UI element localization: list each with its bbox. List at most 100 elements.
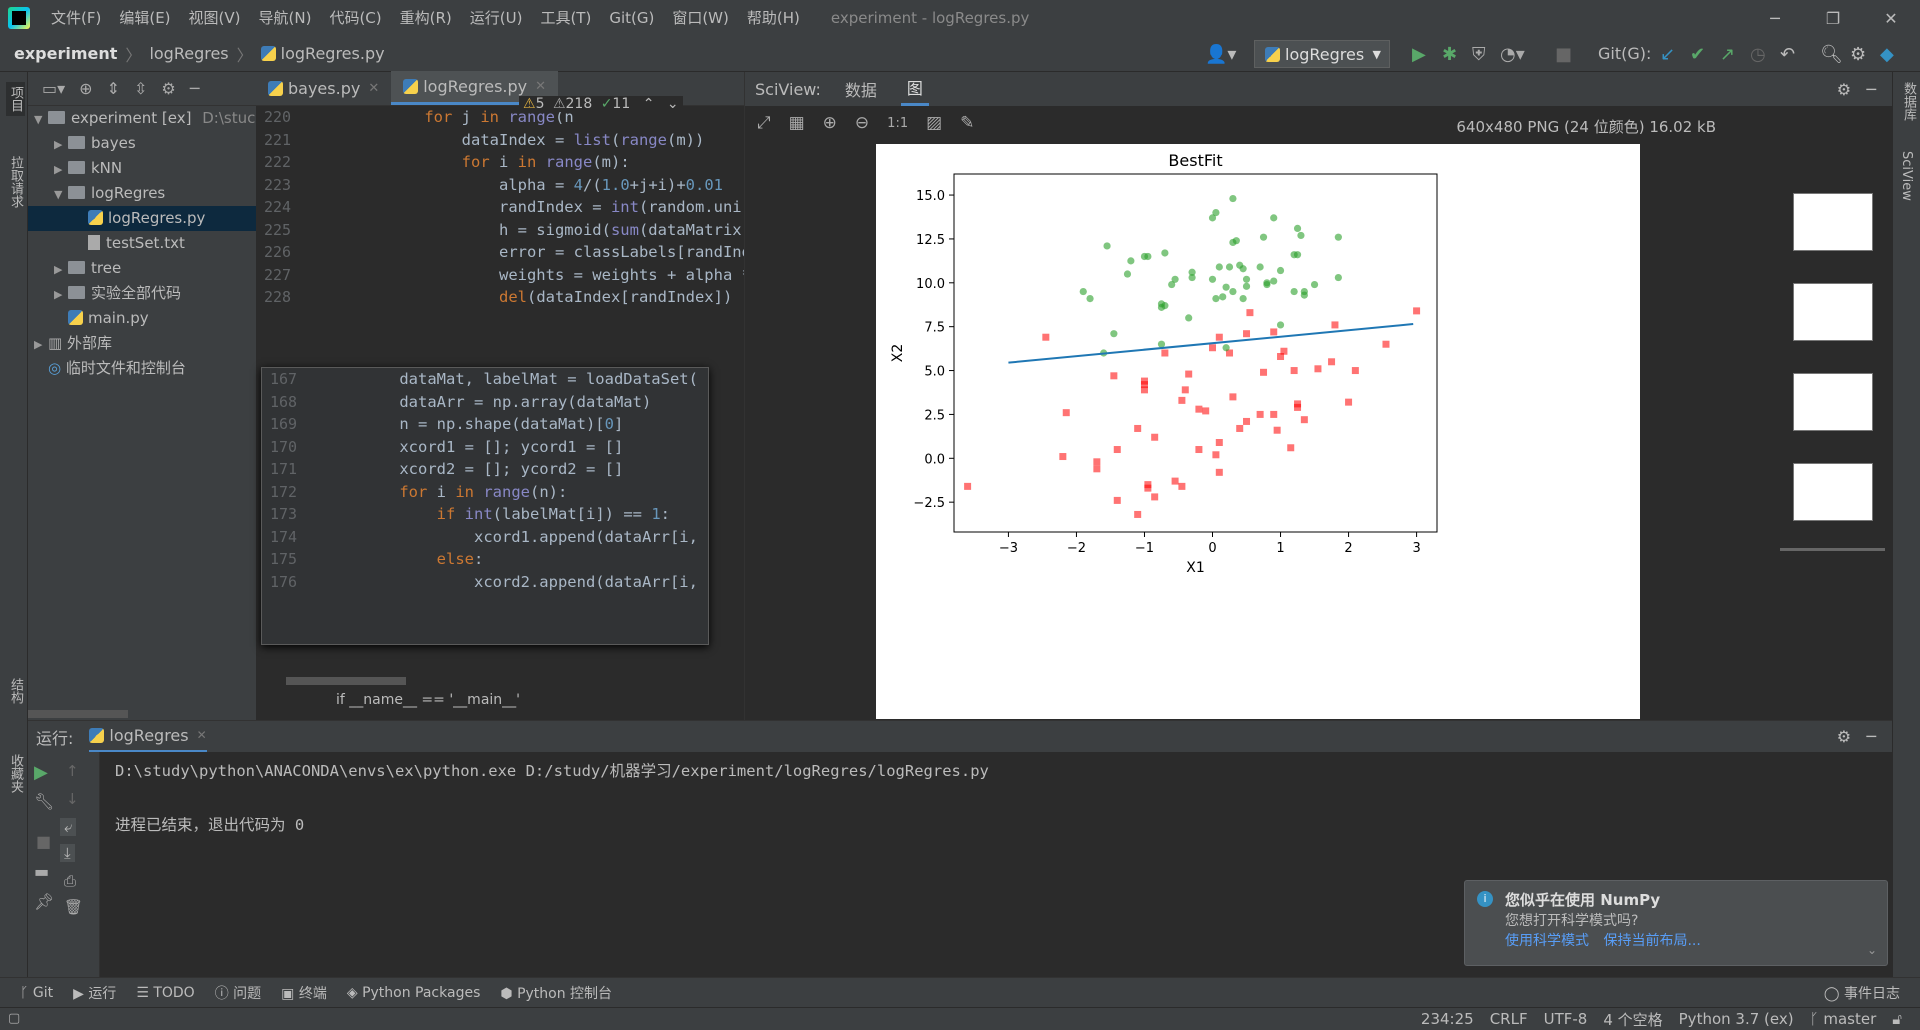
quick-definition-popup[interactable]: 167 dataMat, labelMat = loadDataSet(168 … <box>261 367 709 645</box>
menu-item[interactable]: 工具(T) <box>531 0 600 36</box>
minimize-icon[interactable]: ─ <box>1746 9 1804 28</box>
tree-item[interactable]: ▶ kNN <box>28 156 256 181</box>
pull-request-tool-tab[interactable]: 拉取请求 <box>6 156 25 208</box>
bottom-tab-problems[interactable]: ⓘ 问题 <box>215 983 261 1003</box>
git-push-icon[interactable]: ↗ <box>1720 44 1735 65</box>
menu-item[interactable]: 视图(V) <box>180 0 250 36</box>
bottom-tab-python-console[interactable]: ⬢ Python 控制台 <box>500 983 612 1003</box>
layout-icon[interactable]: ▬ <box>34 862 49 881</box>
tree-item[interactable]: main.py <box>28 306 256 331</box>
actual-size-icon[interactable]: 1:1 <box>887 116 908 131</box>
bottom-tab-packages[interactable]: ◈ Python Packages <box>347 985 481 1001</box>
menu-item[interactable]: 窗口(W) <box>663 0 738 36</box>
breadcrumb-file[interactable]: logRegres.py <box>281 44 385 63</box>
bottom-tab-terminal[interactable]: ▣ 终端 <box>281 983 327 1003</box>
scroll-end-icon[interactable]: ⤓ <box>60 844 75 862</box>
grid-icon[interactable]: ▦ <box>789 113 805 133</box>
search-icon[interactable]: 🔍︎ <box>1820 44 1843 65</box>
breadcrumb-project[interactable]: experiment <box>14 44 117 63</box>
gear-icon[interactable]: ⚙ ─ <box>1837 727 1876 746</box>
coverage-icon[interactable]: ⛨ <box>1472 44 1486 65</box>
wrench-icon[interactable]: 🔧︎ <box>34 792 54 811</box>
print-icon[interactable]: ⎙ <box>64 872 76 890</box>
rollback-icon[interactable]: ↶ <box>1780 44 1795 65</box>
keep-layout-link[interactable]: 保持当前布局... <box>1603 933 1700 949</box>
bottom-tab-run[interactable]: ▶ 运行 <box>73 983 116 1003</box>
fit-icon[interactable]: ⤢ <box>757 113 771 133</box>
menu-item[interactable]: 帮助(H) <box>738 0 809 36</box>
stop-icon[interactable]: ■ <box>36 832 51 851</box>
panel-layout-icon[interactable]: ▭▾ <box>42 79 65 98</box>
collapse-all-icon[interactable]: ⇳ <box>134 79 147 98</box>
horizontal-scrollbar[interactable] <box>28 710 128 718</box>
tree-item[interactable]: ▶ tree <box>28 256 256 281</box>
tree-item[interactable]: ▼ logRegres <box>28 181 256 206</box>
tab-plots[interactable]: 图 <box>900 72 929 106</box>
trash-icon[interactable]: 🗑︎ <box>64 898 83 916</box>
line-separator[interactable]: CRLF <box>1490 1010 1528 1028</box>
database-tool-tab[interactable]: 数据库 <box>1899 82 1918 121</box>
tree-root[interactable]: ▼ experiment [ex] D:\stuc <box>28 106 256 131</box>
hide-icon[interactable]: ─ <box>190 79 200 98</box>
tree-item[interactable]: logRegres.py <box>28 206 256 231</box>
menu-item[interactable]: 导航(N) <box>250 0 321 36</box>
toolbox-icon[interactable]: ◆ <box>1880 44 1894 65</box>
editor-breadcrumb[interactable]: if __name__ == '__main__' <box>336 692 520 708</box>
zoom-in-icon[interactable]: ⊕ <box>823 113 837 133</box>
bottom-tab-todo[interactable]: ☰ TODO <box>136 985 194 1001</box>
close-tab-icon[interactable]: ✕ <box>197 728 207 742</box>
project-tool-tab[interactable]: 项目 <box>6 82 25 116</box>
structure-tool-tab[interactable]: 结构 <box>6 678 25 704</box>
indent-setting[interactable]: 4 个空格 <box>1603 1009 1662 1030</box>
caret-position[interactable]: 234:25 <box>1421 1010 1474 1028</box>
gear-icon[interactable]: ⚙ <box>1850 44 1866 65</box>
menu-item[interactable]: 文件(F) <box>42 0 110 36</box>
plot-thumbnail[interactable] <box>1793 463 1873 521</box>
soft-wrap-icon[interactable]: ⤶ <box>60 818 77 836</box>
git-commit-icon[interactable]: ✔ <box>1690 44 1705 65</box>
lock-icon[interactable]: 🔓︎ <box>1892 1010 1902 1028</box>
run-icon[interactable]: ▶ <box>1412 44 1426 65</box>
tree-item[interactable]: testSet.txt <box>28 231 256 256</box>
event-log-button[interactable]: ◯ 事件日志 <box>1824 983 1900 1003</box>
console-output[interactable]: D:\study\python\ANACONDA\envs\ex\python.… <box>115 758 989 839</box>
user-icon[interactable]: 👤▾ <box>1205 44 1236 65</box>
profile-icon[interactable]: ◔▾ <box>1500 44 1525 65</box>
tab-data[interactable]: 数据 <box>845 77 877 101</box>
bottom-tab-git[interactable]: ᚴ Git <box>20 985 53 1001</box>
rerun-icon[interactable]: ▶ <box>34 762 48 783</box>
file-encoding[interactable]: UTF-8 <box>1544 1010 1588 1028</box>
debug-icon[interactable]: ✱ <box>1442 44 1457 65</box>
python-interpreter[interactable]: Python 3.7 (ex) <box>1679 1010 1794 1028</box>
sciview-tool-tab[interactable]: SciView <box>1899 151 1914 201</box>
restore-icon[interactable]: ❐ <box>1804 9 1862 28</box>
close-icon[interactable]: ✕ <box>1862 9 1920 28</box>
chevron-down-icon[interactable]: ⌄ <box>1867 943 1877 957</box>
inspection-widget[interactable]: ⚠5 ⚠218 ✓11 ⌃ ⌄ <box>519 96 683 112</box>
gear-icon[interactable]: ⚙ <box>161 79 175 98</box>
tree-item[interactable]: ◎ 临时文件和控制台 <box>28 356 256 381</box>
menu-item[interactable]: 重构(R) <box>391 0 461 36</box>
plot-thumbnail[interactable] <box>1793 283 1873 341</box>
git-update-icon[interactable]: ↙ <box>1660 44 1675 65</box>
plot-thumbnail[interactable] <box>1793 373 1873 431</box>
expand-all-icon[interactable]: ⇕ <box>107 79 120 98</box>
color-picker-icon[interactable]: ✎ <box>960 113 974 133</box>
menu-item[interactable]: Git(G) <box>600 0 663 36</box>
up-icon[interactable]: ↑ <box>66 762 79 780</box>
history-icon[interactable]: ◷ <box>1750 44 1766 65</box>
breadcrumb-folder[interactable]: logRegres <box>149 44 228 63</box>
tab-bayes[interactable]: bayes.py ✕ <box>256 71 391 105</box>
menu-item[interactable]: 代码(C) <box>320 0 390 36</box>
menu-item[interactable]: 运行(U) <box>461 0 532 36</box>
close-tab-icon[interactable]: ✕ <box>535 79 546 94</box>
run-tab[interactable]: logRegres ✕ <box>89 721 207 753</box>
chevron-up-icon[interactable]: ⌃ <box>643 96 655 112</box>
gear-icon[interactable]: ⚙ ─ <box>1837 80 1876 99</box>
pin-icon[interactable]: 📌︎ <box>34 892 54 911</box>
tree-item[interactable]: ▶ bayes <box>28 131 256 156</box>
enable-science-mode-link[interactable]: 使用科学模式 <box>1505 933 1589 949</box>
editor-scrollbar[interactable] <box>286 677 406 685</box>
git-branch[interactable]: ᚴ master <box>1810 1010 1877 1028</box>
locate-icon[interactable]: ⊕ <box>79 79 92 98</box>
